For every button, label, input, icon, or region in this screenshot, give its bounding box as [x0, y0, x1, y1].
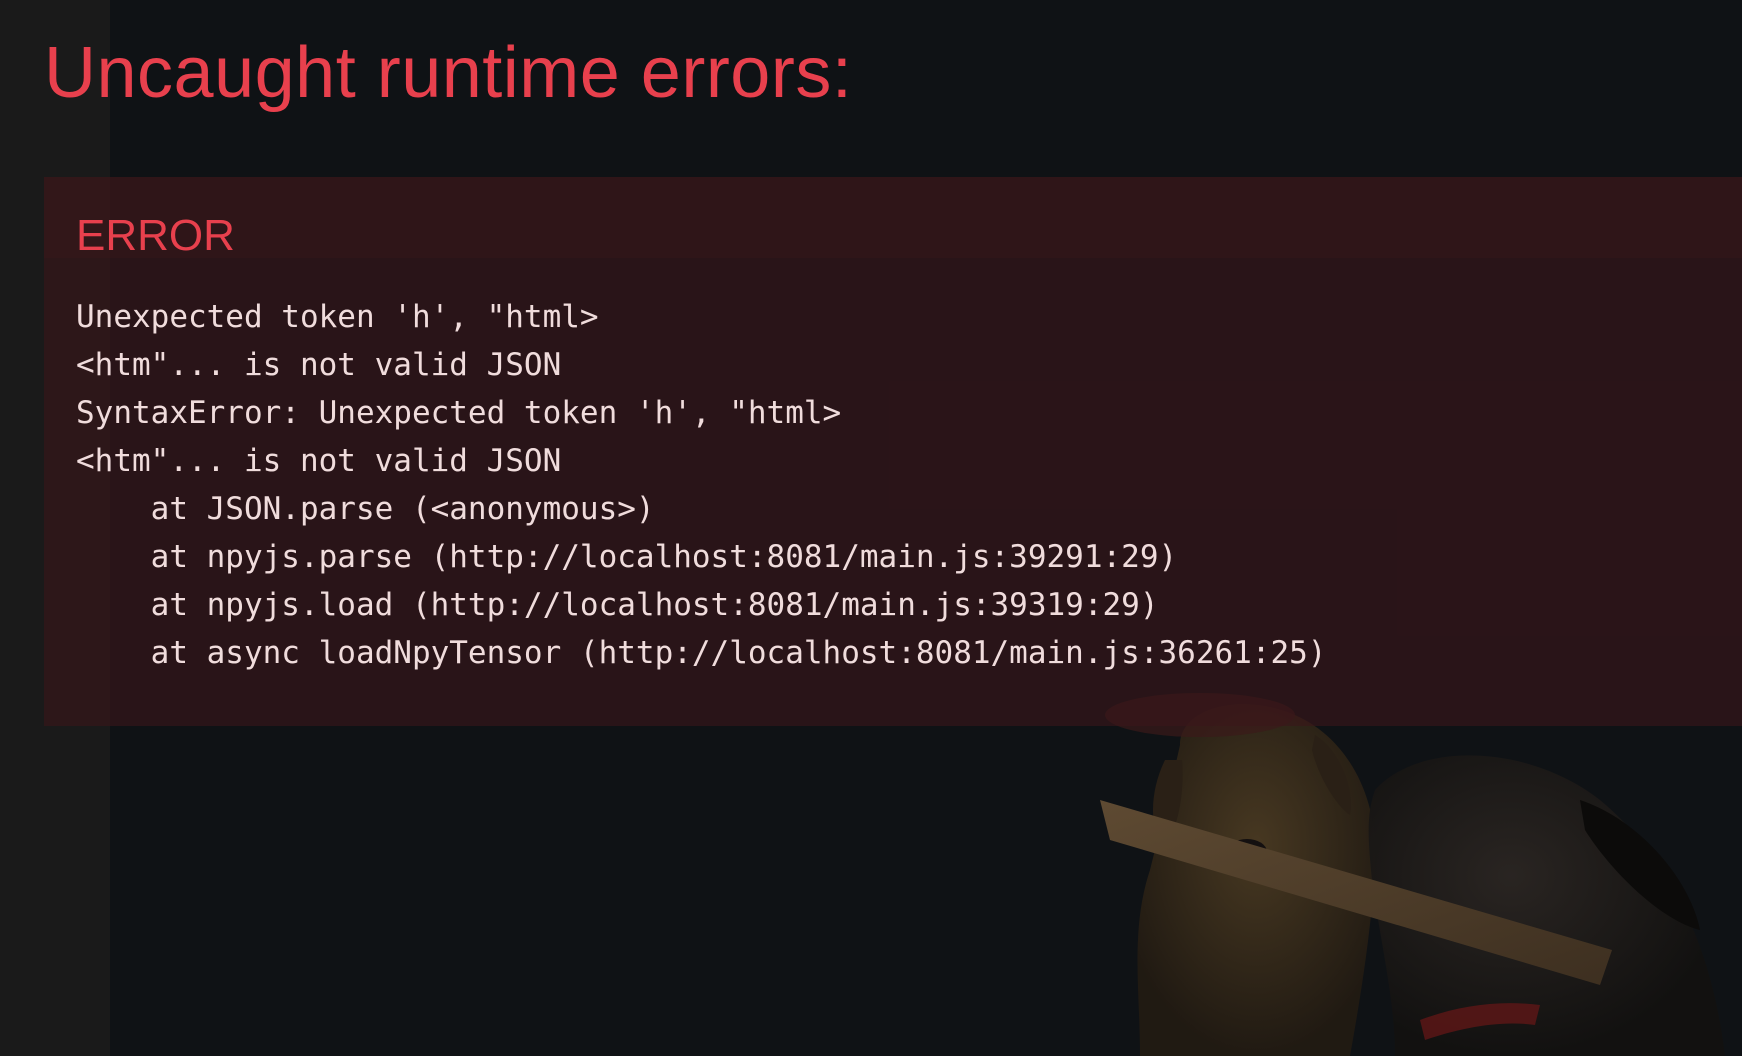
error-card-header-band [44, 177, 1742, 258]
error-header: ERROR [76, 211, 235, 260]
overlay-title: Uncaught runtime errors: [44, 33, 853, 113]
error-message-line: SyntaxError: Unexpected token 'h', "html… [76, 395, 842, 431]
stack-frame-line: at npyjs.load (http://localhost:8081/mai… [76, 587, 1159, 623]
error-overlay-viewport: Uncaught runtime errors: ERROR Unexpecte… [0, 0, 1742, 1056]
stack-frame-line: at JSON.parse (<anonymous>) [76, 491, 655, 527]
error-message-line: Unexpected token 'h', "html> [76, 299, 599, 335]
stack-frame-line: at async loadNpyTensor (http://localhost… [76, 635, 1327, 671]
stack-frame-line: at npyjs.parse (http://localhost:8081/ma… [76, 539, 1178, 575]
error-message-line: <htm"... is not valid JSON [76, 347, 562, 383]
error-message-line: <htm"... is not valid JSON [76, 443, 562, 479]
error-card: ERROR Unexpected token 'h', "html> <htm"… [44, 177, 1742, 726]
error-message: Unexpected token 'h', "html> <htm"... is… [76, 293, 1326, 677]
